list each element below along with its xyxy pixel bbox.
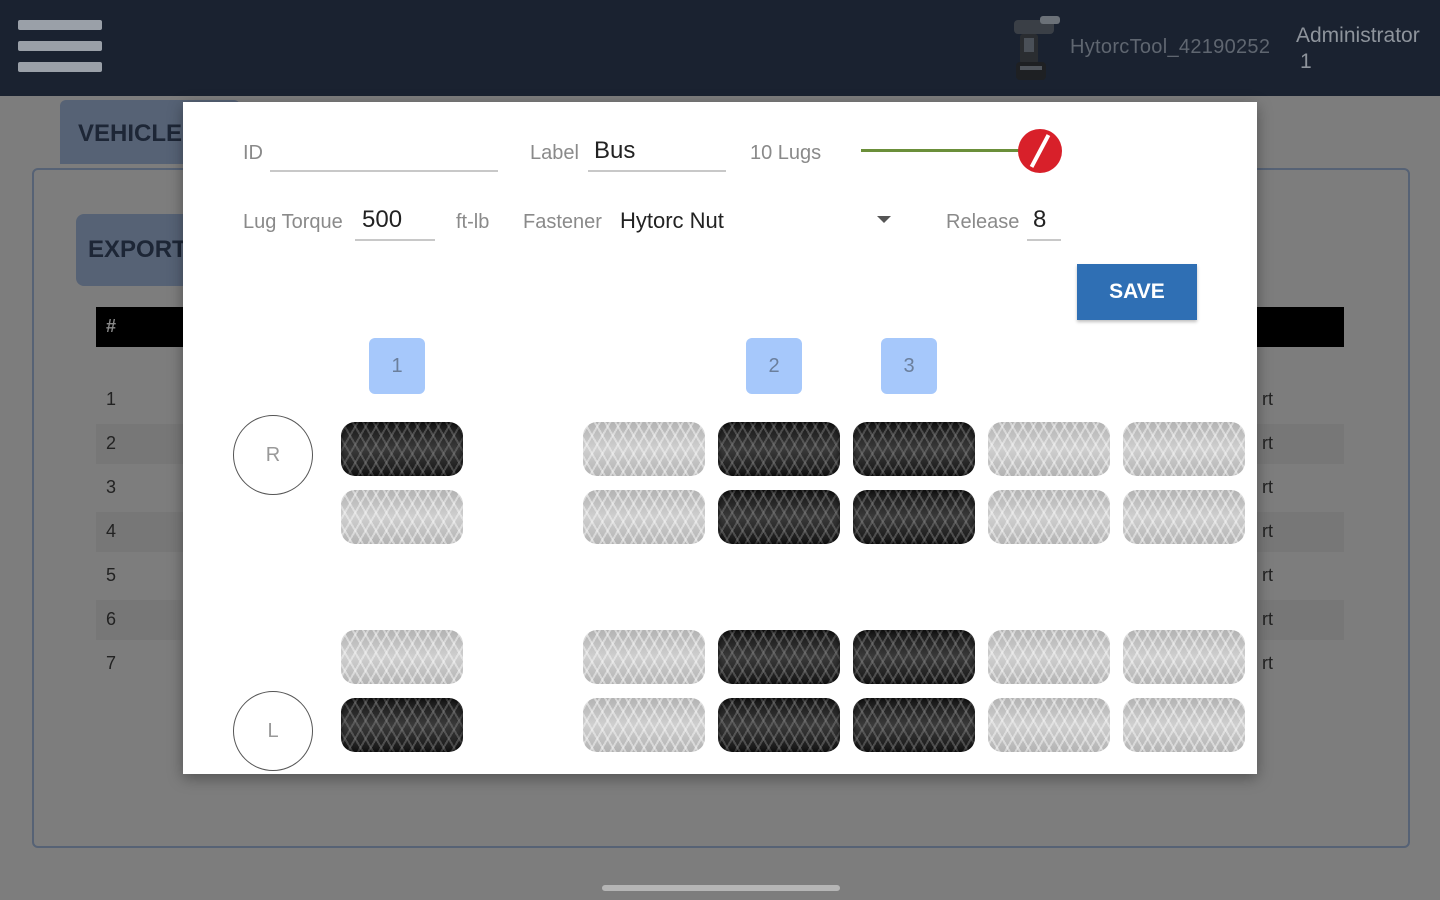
export-button-label: EXPORT xyxy=(88,236,187,263)
tire-3-2[interactable] xyxy=(583,630,705,684)
table-row-number: 2 xyxy=(106,433,117,453)
torque-wrench-icon xyxy=(1014,16,1060,80)
app-bar: HytorcTool_42190252 Administrator 1 xyxy=(0,0,1440,96)
lugs-toggle-thumb[interactable] xyxy=(1018,129,1062,173)
tire-1-3-selected[interactable] xyxy=(718,422,840,476)
table-row-tail: rt xyxy=(1262,521,1273,541)
table-row-number: 4 xyxy=(106,521,117,541)
chevron-down-icon[interactable] xyxy=(877,216,891,223)
lug-torque-label: Lug Torque xyxy=(243,211,343,233)
tire-3-1[interactable] xyxy=(341,630,463,684)
lug-torque-underline xyxy=(355,239,435,241)
tire-2-2[interactable] xyxy=(583,490,705,544)
lug-torque-input[interactable]: 500 xyxy=(362,206,402,234)
id-input-underline xyxy=(270,170,498,172)
table-row-number: 6 xyxy=(106,609,117,629)
label-label: Label xyxy=(530,142,579,164)
right-side-button[interactable]: R xyxy=(233,415,313,495)
lugs-toggle-track[interactable] xyxy=(861,149,1041,152)
vehicle-config-dialog: ID Label Bus 10 Lugs Lug Torque 500 ft-l… xyxy=(183,102,1257,774)
tire-4-3-selected[interactable] xyxy=(718,698,840,752)
axle-badge-3[interactable]: 3 xyxy=(881,338,937,394)
label-input[interactable]: Bus xyxy=(594,137,635,165)
tire-2-3-selected[interactable] xyxy=(718,490,840,544)
tire-2-5[interactable] xyxy=(988,490,1110,544)
axle-badge-1[interactable]: 1 xyxy=(369,338,425,394)
torque-unit: ft-lb xyxy=(456,211,490,233)
table-row-tail: rt xyxy=(1262,433,1273,453)
table-header-number: # xyxy=(106,316,117,336)
tire-1-1-selected[interactable] xyxy=(341,422,463,476)
release-input[interactable]: 8 xyxy=(1033,206,1046,234)
table-row-number: 3 xyxy=(106,477,117,497)
tire-4-2[interactable] xyxy=(583,698,705,752)
save-button[interactable]: SAVE xyxy=(1077,264,1197,320)
user-role: Administrator xyxy=(1296,24,1420,47)
release-label: Release xyxy=(946,211,1020,233)
tire-1-5[interactable] xyxy=(988,422,1110,476)
fastener-select[interactable]: Hytorc Nut xyxy=(620,208,724,234)
tool-name: HytorcTool_42190252 xyxy=(1070,36,1271,58)
table-row-number: 7 xyxy=(106,653,117,673)
release-underline xyxy=(1027,239,1061,241)
tire-4-1-selected[interactable] xyxy=(341,698,463,752)
left-side-button[interactable]: L xyxy=(233,691,313,771)
tire-4-5[interactable] xyxy=(988,698,1110,752)
tire-3-4-selected[interactable] xyxy=(853,630,975,684)
tire-3-5[interactable] xyxy=(988,630,1110,684)
table-row-tail: rt xyxy=(1262,477,1273,497)
user-number: 1 xyxy=(1300,50,1312,73)
axle-badge-2[interactable]: 2 xyxy=(746,338,802,394)
table-row-number: 1 xyxy=(106,389,117,409)
tire-3-6[interactable] xyxy=(1123,630,1245,684)
hamburger-menu-icon[interactable] xyxy=(18,20,102,74)
tire-3-3-selected[interactable] xyxy=(718,630,840,684)
table-row-number: 5 xyxy=(106,565,117,585)
id-label: ID xyxy=(243,142,263,164)
home-indicator xyxy=(602,885,840,891)
table-row-tail: rt xyxy=(1262,653,1273,673)
tire-2-6[interactable] xyxy=(1123,490,1245,544)
table-row-tail: rt xyxy=(1262,565,1273,585)
table-row-tail: rt xyxy=(1262,609,1273,629)
tire-4-4-selected[interactable] xyxy=(853,698,975,752)
tire-2-4-selected[interactable] xyxy=(853,490,975,544)
tire-1-6[interactable] xyxy=(1123,422,1245,476)
tire-2-1[interactable] xyxy=(341,490,463,544)
label-input-underline xyxy=(588,170,726,172)
tire-1-2[interactable] xyxy=(583,422,705,476)
table-row-tail: rt xyxy=(1262,389,1273,409)
tire-1-4-selected[interactable] xyxy=(853,422,975,476)
tire-4-6[interactable] xyxy=(1123,698,1245,752)
vehicle-tab-label: VEHICLE xyxy=(78,120,183,147)
fastener-label: Fastener xyxy=(523,211,602,233)
lugs-label: 10 Lugs xyxy=(750,142,822,164)
